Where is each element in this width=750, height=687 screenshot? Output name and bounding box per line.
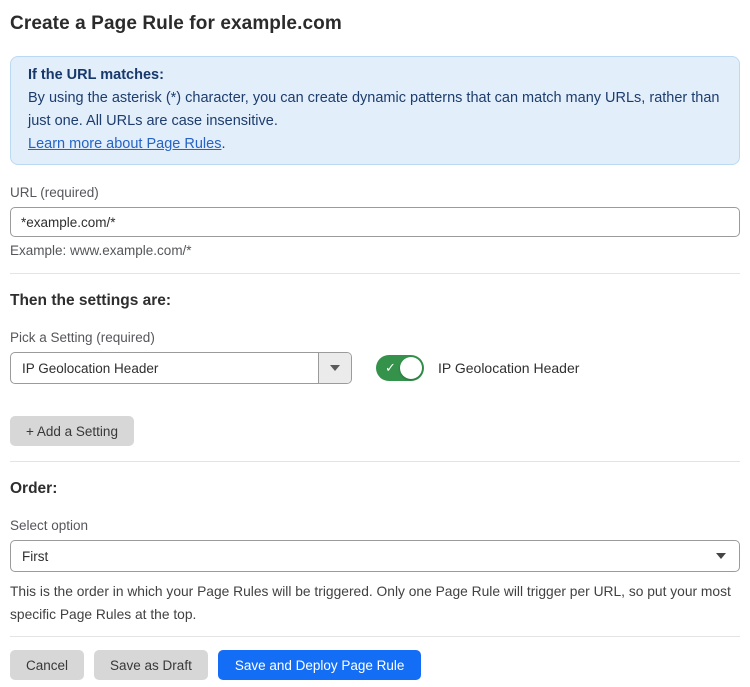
url-match-info-box: If the URL matches: By using the asteris… xyxy=(10,56,740,165)
order-select[interactable]: First xyxy=(10,540,740,572)
setting-select[interactable]: IP Geolocation Header xyxy=(10,352,352,384)
toggle-label: IP Geolocation Header xyxy=(438,360,579,376)
order-section-heading: Order: xyxy=(10,480,740,498)
setting-row: IP Geolocation Header ✓ IP Geolocation H… xyxy=(10,352,740,384)
order-helper-text: This is the order in which your Page Rul… xyxy=(10,580,740,626)
section-divider xyxy=(10,273,740,274)
url-field-label: URL (required) xyxy=(10,185,740,200)
order-select-value: First xyxy=(11,549,716,564)
form-actions: Cancel Save as Draft Save and Deploy Pag… xyxy=(10,650,740,680)
url-field-helper: Example: www.example.com/* xyxy=(10,243,740,258)
setting-select-caret-button[interactable] xyxy=(318,353,351,383)
info-box-heading: If the URL matches: xyxy=(28,64,722,87)
info-box-link-line: Learn more about Page Rules. xyxy=(28,133,722,156)
url-input[interactable] xyxy=(10,207,740,237)
link-suffix: . xyxy=(221,136,225,152)
page-title: Create a Page Rule for example.com xyxy=(10,13,740,35)
section-divider xyxy=(10,636,740,637)
setting-select-value: IP Geolocation Header xyxy=(11,361,318,376)
learn-more-page-rules-link[interactable]: Learn more about Page Rules xyxy=(28,136,221,152)
chevron-down-icon xyxy=(330,365,340,371)
save-and-deploy-button[interactable]: Save and Deploy Page Rule xyxy=(218,650,422,680)
ip-geolocation-toggle[interactable]: ✓ xyxy=(376,355,424,381)
add-setting-button[interactable]: + Add a Setting xyxy=(10,416,134,446)
info-box-body: By using the asterisk (*) character, you… xyxy=(28,87,722,133)
cancel-button[interactable]: Cancel xyxy=(10,650,84,680)
toggle-knob xyxy=(400,357,422,379)
create-page-rule-form: Create a Page Rule for example.com If th… xyxy=(0,0,750,687)
order-select-label: Select option xyxy=(10,518,740,533)
settings-section-heading: Then the settings are: xyxy=(10,292,740,310)
section-divider xyxy=(10,461,740,462)
check-icon: ✓ xyxy=(385,361,396,374)
chevron-down-icon xyxy=(716,553,726,559)
setting-toggle-group: ✓ IP Geolocation Header xyxy=(376,355,579,381)
setting-picker-label: Pick a Setting (required) xyxy=(10,330,740,345)
save-as-draft-button[interactable]: Save as Draft xyxy=(94,650,208,680)
